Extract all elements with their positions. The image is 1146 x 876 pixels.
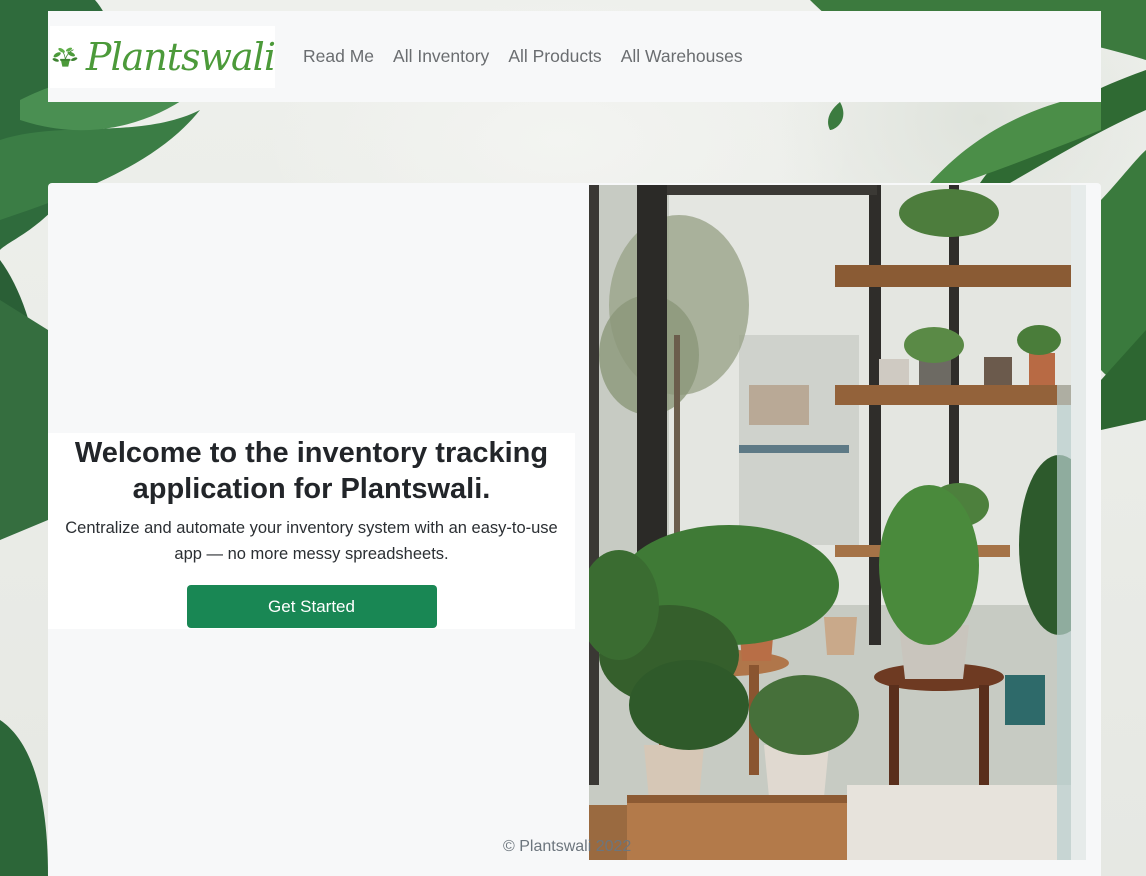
hero-title: Welcome to the inventory tracking applic… bbox=[74, 437, 549, 505]
nav-link-all-inventory[interactable]: All Inventory bbox=[393, 46, 489, 67]
nav-links: Read Me All Inventory All Products All W… bbox=[303, 46, 762, 67]
brand-name: Plantswali bbox=[85, 34, 276, 79]
hero-card: Welcome to the inventory tracking applic… bbox=[48, 183, 1101, 876]
hero-subtitle: Centralize and automate your inventory s… bbox=[65, 519, 558, 563]
nav-link-all-warehouses[interactable]: All Warehouses bbox=[621, 46, 743, 67]
brand-logo[interactable]: Plantswali bbox=[50, 25, 276, 88]
nav-link-read-me[interactable]: Read Me bbox=[303, 46, 374, 67]
navbar: Plantswali Read Me All Inventory All Pro… bbox=[48, 11, 1101, 102]
nav-link-all-products[interactable]: All Products bbox=[508, 46, 601, 67]
hero-text-panel: Welcome to the inventory tracking applic… bbox=[48, 433, 575, 629]
plant-shop-photo bbox=[589, 185, 1086, 860]
get-started-button[interactable]: Get Started bbox=[186, 585, 437, 628]
footer-copyright: © Plantswali 2022 bbox=[503, 838, 632, 855]
potted-plant-icon bbox=[52, 47, 78, 67]
